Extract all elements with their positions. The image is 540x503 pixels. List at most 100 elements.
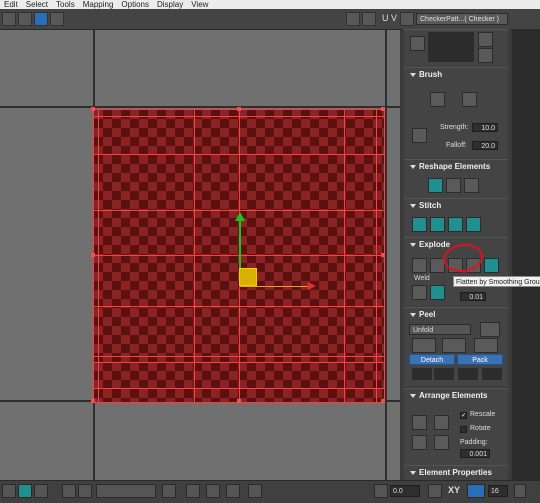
paint-select-icon[interactable] — [162, 484, 176, 498]
grid-field[interactable]: 16 — [488, 485, 508, 497]
grid-snap-icon[interactable] — [467, 484, 485, 498]
invert-pin-icon[interactable] — [458, 368, 478, 380]
shrink-icon[interactable] — [478, 48, 493, 63]
collapse-icon[interactable] — [410, 72, 416, 77]
uv-viewport[interactable] — [0, 30, 400, 480]
grid-toggle-icon[interactable] — [362, 12, 376, 26]
pack-custom-icon[interactable] — [434, 435, 449, 450]
paint-brush-icon[interactable] — [430, 92, 445, 107]
gizmo-center-handle[interactable] — [239, 268, 257, 286]
stitch-source-icon[interactable] — [430, 217, 445, 232]
menu-display[interactable]: Display — [153, 0, 187, 9]
uv-edge — [344, 110, 345, 402]
loop-icon[interactable] — [78, 484, 92, 498]
lock-icon[interactable] — [226, 484, 240, 498]
rescale-elements-icon[interactable] — [412, 435, 427, 450]
collapse-icon[interactable] — [410, 312, 416, 317]
selection-tools-icon[interactable] — [428, 32, 474, 62]
menu-edit[interactable]: Edit — [0, 0, 22, 9]
uv-vertex[interactable] — [237, 107, 241, 111]
uv-label: U V — [382, 13, 398, 23]
checker-icon[interactable] — [346, 12, 360, 26]
quick-peel-icon[interactable] — [412, 338, 436, 353]
collapse-icon[interactable] — [410, 164, 416, 169]
gizmo-x-arrow-icon[interactable] — [308, 282, 316, 290]
uv-vertex[interactable] — [91, 399, 95, 403]
uv-vertex[interactable] — [91, 107, 95, 111]
weld-label: Weld — [414, 275, 430, 282]
uv-vertex[interactable] — [381, 107, 385, 111]
brush-title: Brush — [419, 70, 443, 79]
uv-vertex[interactable] — [237, 399, 241, 403]
texture-icon[interactable] — [400, 12, 414, 26]
brush-line-icon[interactable] — [412, 128, 427, 143]
select-mode-icon[interactable] — [410, 36, 425, 51]
uv-island-checker[interactable] — [91, 107, 385, 403]
rotate-label: Rotate — [470, 425, 491, 432]
move-icon[interactable] — [2, 484, 16, 498]
detach-button[interactable]: Detach — [409, 354, 455, 365]
collapse-icon[interactable] — [410, 242, 416, 247]
gizmo-x-axis[interactable] — [240, 286, 310, 287]
menu-select[interactable]: Select — [22, 0, 52, 9]
ring-icon[interactable] — [62, 484, 76, 498]
absolute-mode-icon[interactable] — [428, 484, 442, 498]
menu-tools[interactable]: Tools — [52, 0, 79, 9]
brush-tool-icon[interactable] — [206, 484, 220, 498]
uv-vertex[interactable] — [381, 253, 385, 257]
pack-normalize-icon[interactable] — [412, 415, 427, 430]
stitch-custom-icon[interactable] — [412, 217, 427, 232]
stitch-average-icon[interactable] — [448, 217, 463, 232]
element-select-icon[interactable] — [50, 12, 64, 26]
relax-icon[interactable] — [446, 178, 461, 193]
weld-all-icon[interactable] — [430, 285, 445, 300]
grid-line — [385, 30, 387, 480]
padding-field[interactable]: 0.001 — [460, 449, 490, 458]
straighten-icon[interactable] — [428, 178, 443, 193]
menu-view[interactable]: View — [187, 0, 212, 9]
rotate-icon[interactable] — [2, 12, 16, 26]
rotate-snap-icon[interactable] — [374, 484, 388, 498]
uv-vertex[interactable] — [91, 253, 95, 257]
peel-options-icon[interactable] — [480, 322, 500, 337]
rescale-checkbox[interactable]: ✓ — [460, 412, 467, 419]
vertex-select-icon[interactable] — [18, 12, 32, 26]
relax-brush-icon[interactable] — [462, 92, 477, 107]
strength-label: Strength: — [440, 124, 469, 131]
edge-sel-icons[interactable] — [96, 484, 156, 498]
clear-pin-icon[interactable] — [482, 368, 502, 380]
sketch-icon[interactable] — [186, 484, 200, 498]
falloff-field[interactable]: 20.0 — [472, 141, 498, 150]
unfold-dropdown[interactable]: Unfold — [409, 324, 471, 335]
reset-peel-icon[interactable] — [474, 338, 498, 353]
uv-vertex[interactable] — [381, 399, 385, 403]
select-square-icon[interactable] — [18, 484, 32, 498]
gizmo-y-arrow-icon[interactable] — [235, 212, 245, 221]
reshape-cube-icon[interactable] — [464, 178, 479, 193]
weld-selected-icon[interactable] — [412, 285, 427, 300]
strength-field[interactable]: 10.0 — [472, 123, 498, 132]
arrange-panel: Arrange Elements ✓ Rescale Rotate Paddin… — [404, 388, 508, 465]
unpin-icon[interactable] — [434, 368, 454, 380]
collapse-icon[interactable] — [410, 470, 416, 475]
face-select-icon[interactable] — [34, 12, 48, 26]
weld-threshold-field[interactable]: 0.01 — [460, 292, 486, 301]
rotation-field[interactable]: 0.0 — [390, 485, 420, 497]
pack-together-icon[interactable] — [434, 415, 449, 430]
stitch-target-icon[interactable] — [466, 217, 481, 232]
peel-mode-icon[interactable] — [442, 338, 466, 353]
rect-select-icon[interactable] — [34, 484, 48, 498]
menu-options[interactable]: Options — [117, 0, 153, 9]
zoom-icon[interactable] — [514, 484, 526, 498]
soft-select-icon[interactable] — [248, 484, 262, 498]
texture-dropdown[interactable]: CheckerPatt...( Checker ) — [416, 13, 508, 25]
pin-icon[interactable] — [412, 368, 432, 380]
menu-mapping[interactable]: Mapping — [79, 0, 118, 9]
collapse-icon[interactable] — [410, 203, 416, 208]
break-icon[interactable] — [412, 258, 427, 273]
flatten-teal-icon[interactable] — [484, 258, 499, 273]
collapse-icon[interactable] — [410, 393, 416, 398]
rotate-checkbox[interactable] — [460, 426, 467, 433]
grow-icon[interactable] — [478, 32, 493, 47]
pack-button[interactable]: Pack — [457, 354, 503, 365]
